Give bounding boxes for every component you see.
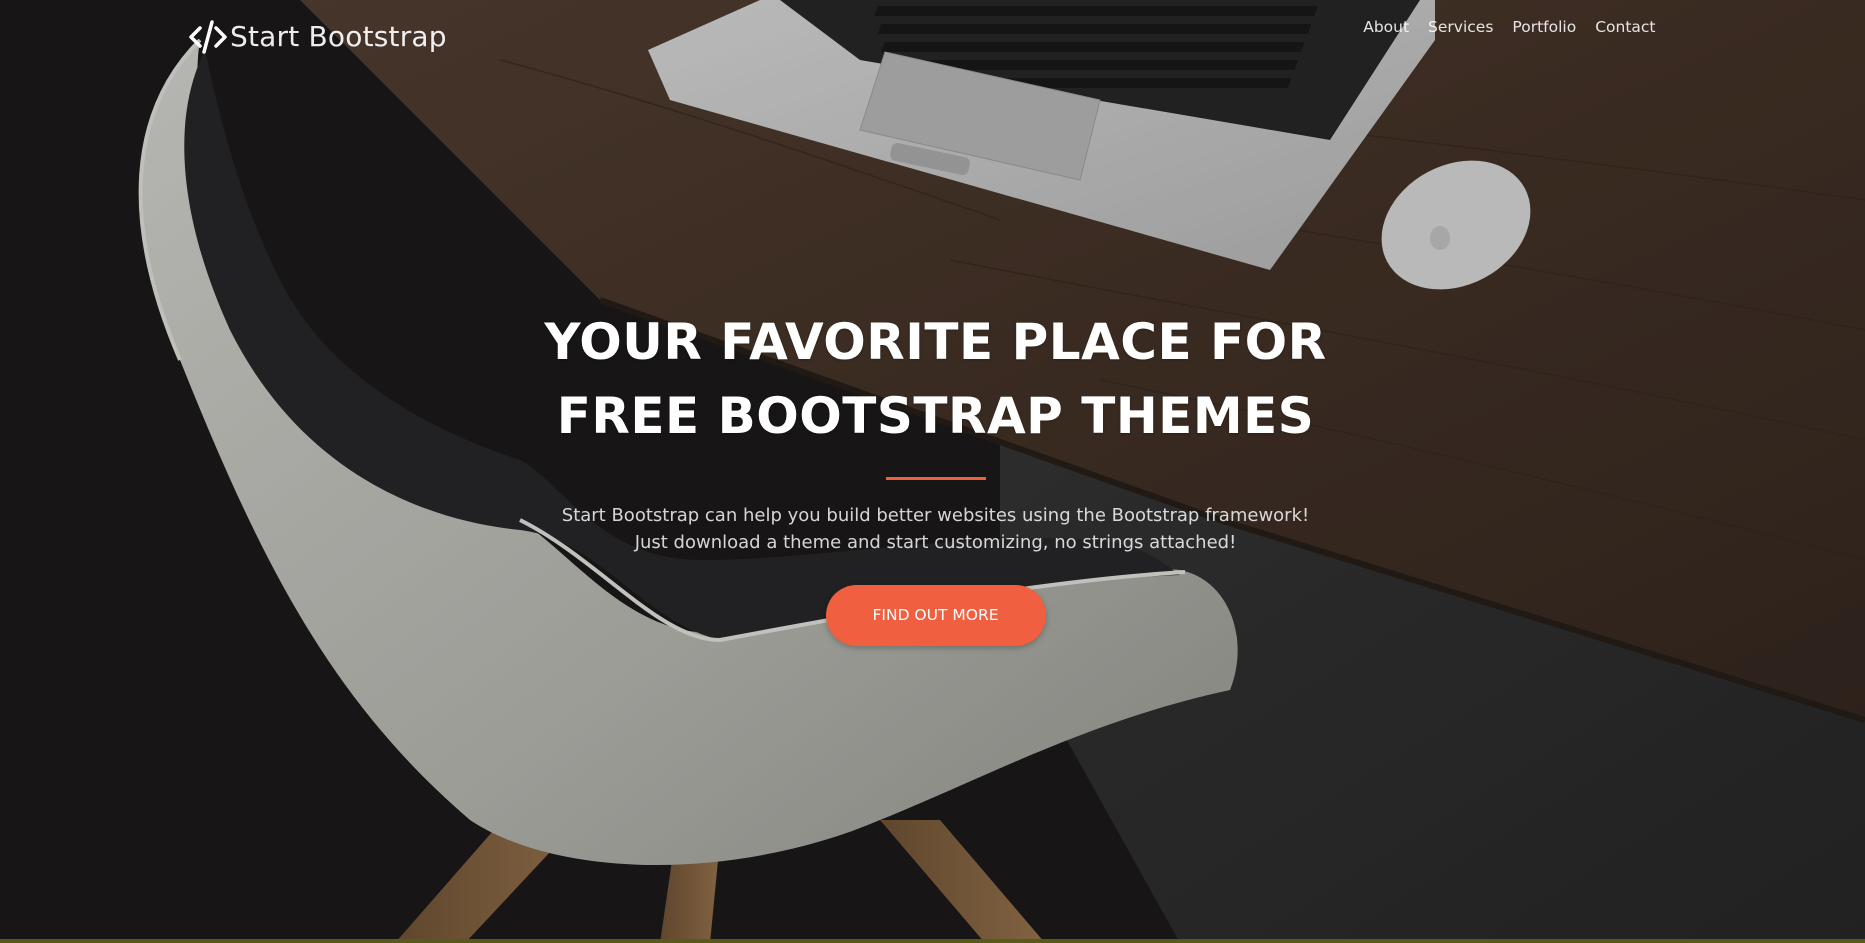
- bottom-strip: [0, 939, 1865, 943]
- nav-link-services[interactable]: Services: [1419, 18, 1503, 36]
- code-icon: [186, 16, 230, 56]
- nav-link-contact[interactable]: Contact: [1586, 18, 1665, 36]
- nav-link-about[interactable]: About: [1354, 18, 1419, 36]
- hero-section: YOUR FAVORITE PLACE FOR FREE BOOTSTRAP T…: [0, 305, 1865, 646]
- brand-label: Start Bootstrap: [230, 19, 447, 53]
- nav-links: About Services Portfolio Contact: [1354, 18, 1665, 36]
- hero-title: YOUR FAVORITE PLACE FOR FREE BOOTSTRAP T…: [544, 313, 1327, 445]
- title-divider: [885, 477, 986, 480]
- navbar: Start Bootstrap About Services Portfolio…: [0, 0, 1865, 58]
- masthead: Start Bootstrap About Services Portfolio…: [0, 0, 1865, 943]
- brand-link[interactable]: Start Bootstrap: [186, 16, 447, 56]
- hero-text: Start Bootstrap can help you build bette…: [561, 505, 1310, 553]
- nav-link-portfolio[interactable]: Portfolio: [1503, 18, 1586, 36]
- find-out-more-button[interactable]: FIND OUT MORE: [825, 585, 1046, 646]
